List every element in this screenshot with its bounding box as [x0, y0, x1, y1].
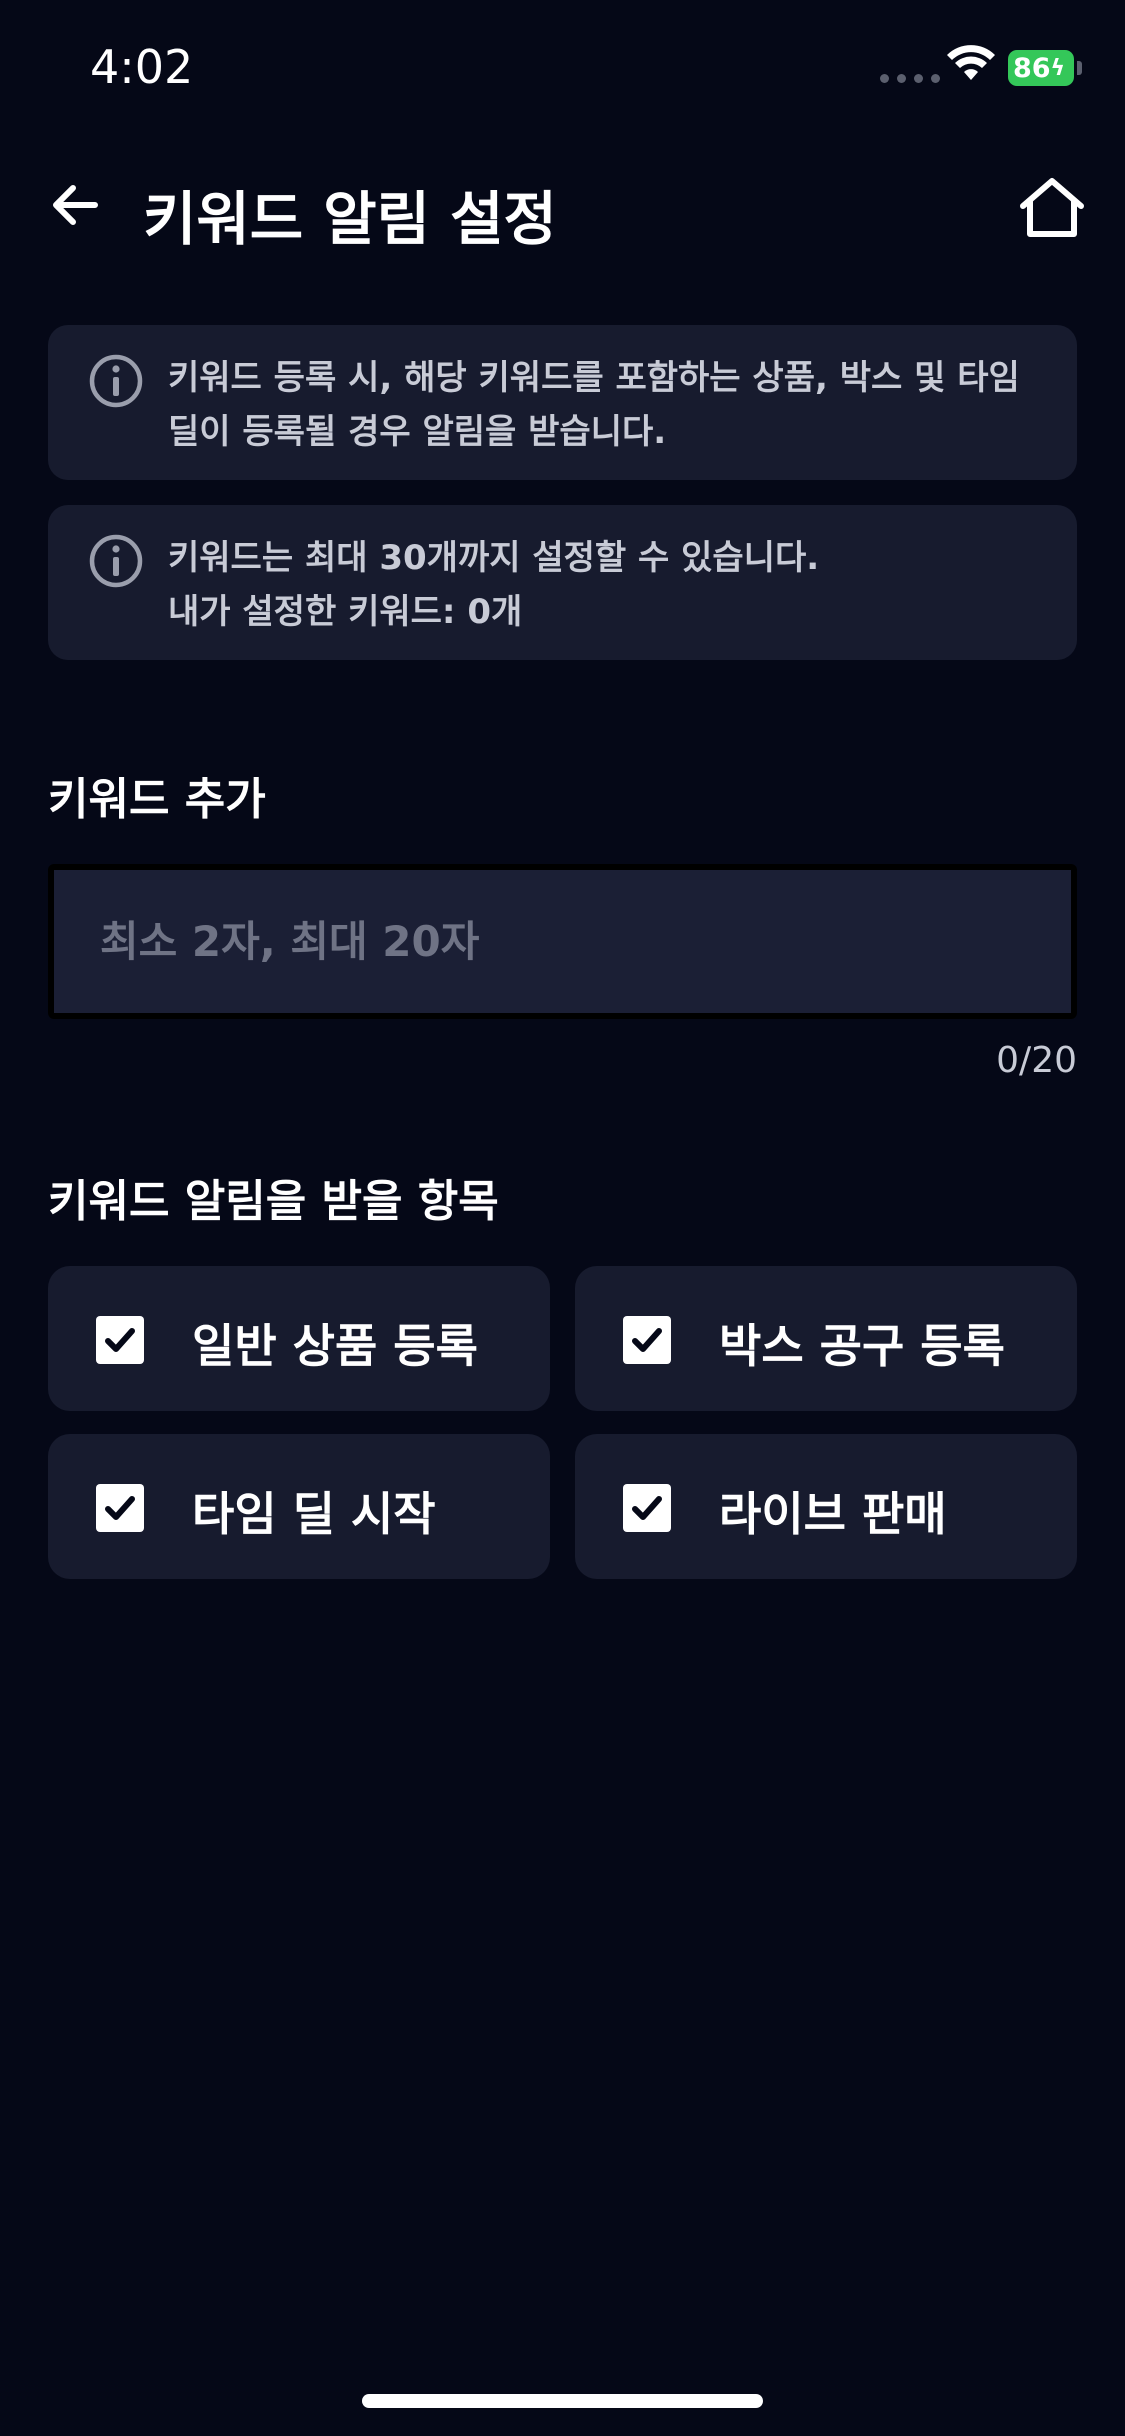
- option-general-product[interactable]: 일반 상품 등록: [48, 1266, 550, 1411]
- checkbox[interactable]: [96, 1316, 144, 1364]
- battery-icon: 86 ϟ: [1008, 50, 1074, 86]
- info-icon: [89, 534, 143, 588]
- status-time: 4:02: [90, 40, 194, 94]
- home-icon: [1020, 178, 1084, 237]
- character-counter: 0/20: [996, 1040, 1077, 1081]
- checkbox[interactable]: [623, 1484, 671, 1532]
- keyword-input-container: [48, 864, 1077, 1019]
- battery-tip: [1077, 61, 1082, 75]
- page-title: 키워드 알림 설정: [143, 185, 557, 253]
- option-live-sale[interactable]: 라이브 판매: [575, 1434, 1077, 1579]
- info-text: 키워드 등록 시, 해당 키워드를 포함하는 상품, 박스 및 타임 딜이 등록…: [168, 358, 1020, 452]
- info-text-limit: 키워드는 최대 30개까지 설정할 수 있습니다.: [168, 538, 820, 578]
- option-label: 타임 딜 시작: [192, 1487, 436, 1541]
- option-time-deal[interactable]: 타임 딜 시작: [48, 1434, 550, 1579]
- option-label: 일반 상품 등록: [192, 1319, 478, 1373]
- info-notice-registration: 키워드 등록 시, 해당 키워드를 포함하는 상품, 박스 및 타임 딜이 등록…: [48, 325, 1077, 480]
- option-label: 라이브 판매: [719, 1487, 947, 1541]
- battery-level: 86: [1012, 52, 1051, 84]
- info-icon: [89, 354, 143, 408]
- checkmark-icon: [105, 1496, 135, 1520]
- status-bar: 4:02 86 ϟ: [0, 0, 1125, 140]
- option-box-group-buy[interactable]: 박스 공구 등록: [575, 1266, 1077, 1411]
- section-title-add-keyword: 키워드 추가: [48, 774, 266, 825]
- checkmark-icon: [105, 1328, 135, 1352]
- arrow-left-icon: [53, 185, 98, 225]
- checkbox[interactable]: [96, 1484, 144, 1532]
- checkmark-icon: [632, 1496, 662, 1520]
- back-button[interactable]: [40, 170, 110, 240]
- cellular-signal-icon: [880, 74, 940, 83]
- checkmark-icon: [632, 1328, 662, 1352]
- option-label: 박스 공구 등록: [719, 1319, 1005, 1373]
- info-text-count: 내가 설정한 키워드: 0개: [168, 592, 523, 632]
- wifi-icon: [947, 45, 995, 80]
- section-title-alert-items: 키워드 알림을 받을 항목: [48, 1176, 499, 1227]
- keyword-input[interactable]: [54, 870, 1071, 1013]
- home-indicator[interactable]: [362, 2394, 763, 2408]
- checkbox[interactable]: [623, 1316, 671, 1364]
- home-button[interactable]: [1012, 168, 1092, 248]
- info-notice-limit: 키워드는 최대 30개까지 설정할 수 있습니다. 내가 설정한 키워드: 0개: [48, 505, 1077, 660]
- navigation-bar: 키워드 알림 설정: [0, 150, 1125, 260]
